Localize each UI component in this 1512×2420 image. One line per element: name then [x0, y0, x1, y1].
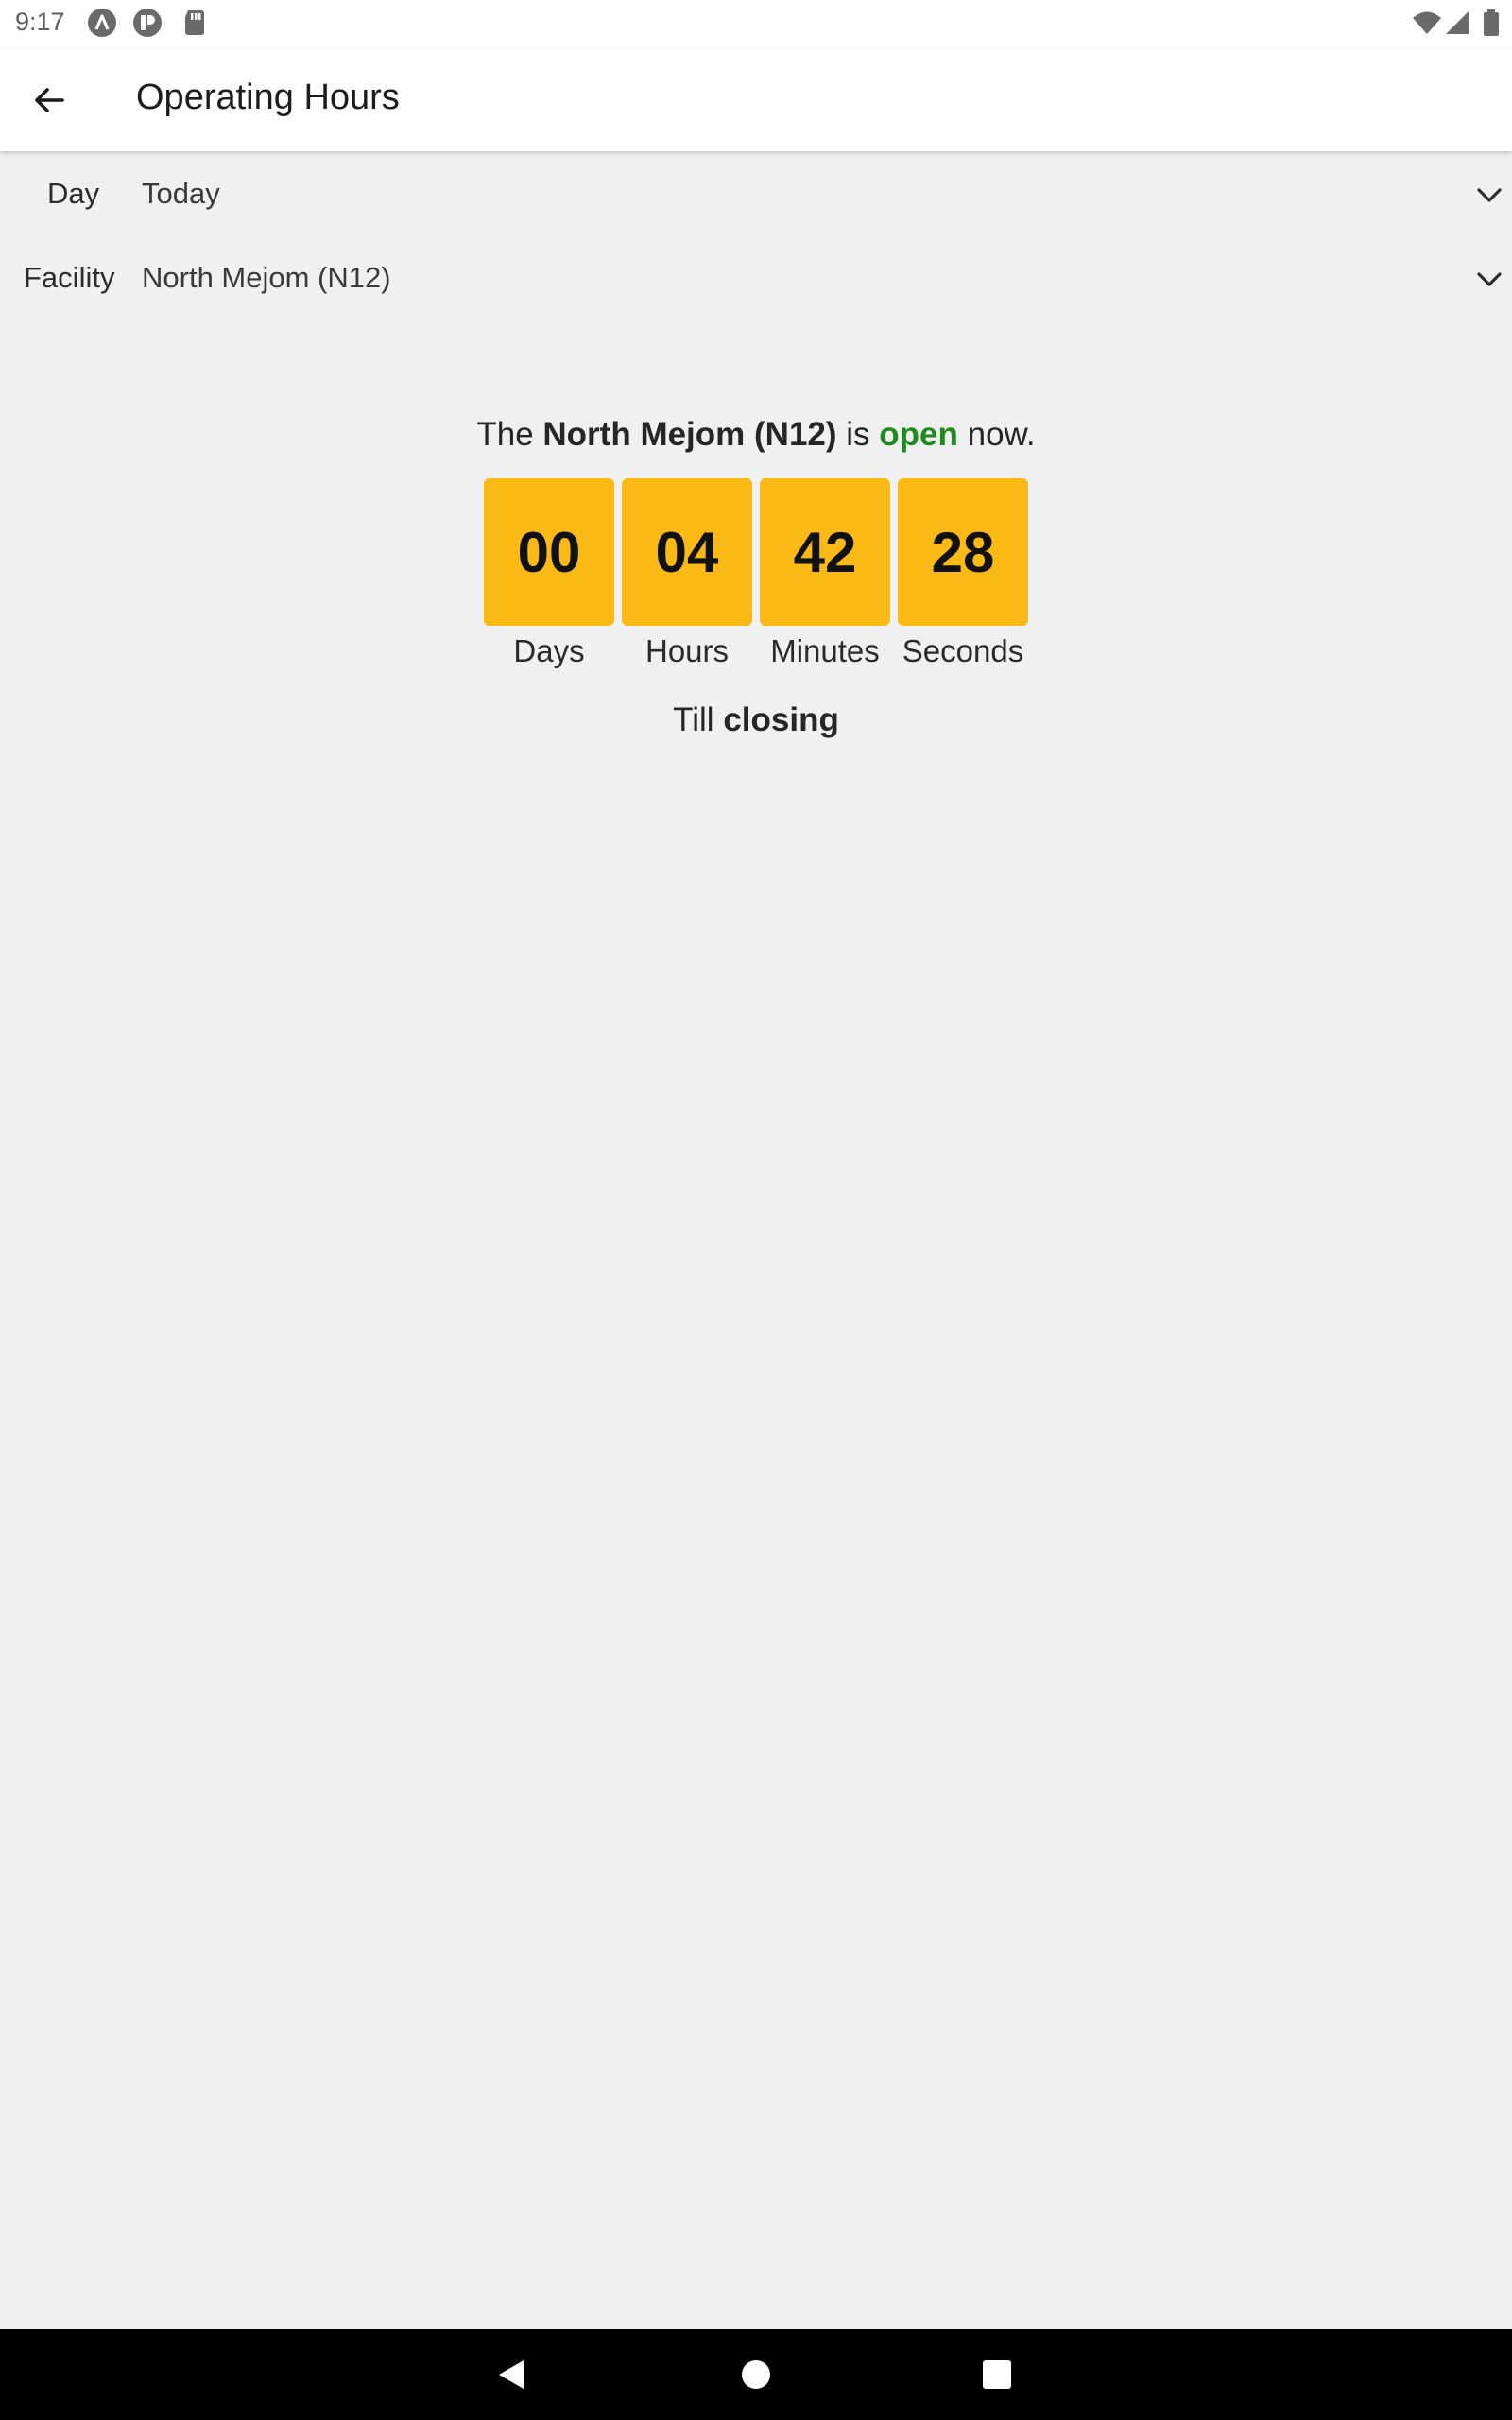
- nav-home-icon: [742, 2360, 770, 2389]
- nav-back-icon: [499, 2360, 524, 2389]
- battery-icon: [1484, 9, 1499, 36]
- countdown-days-value: 00: [484, 478, 614, 626]
- status-facility-name: North Mejom (N12): [542, 416, 837, 453]
- facility-selector[interactable]: Facility North Mejom (N12): [0, 243, 1512, 315]
- till-event: closing: [723, 701, 839, 738]
- nav-back-button[interactable]: [490, 2352, 535, 2397]
- status-suffix: now.: [967, 416, 1036, 453]
- countdown-seconds: 28 Seconds: [898, 478, 1028, 669]
- day-label: Day: [47, 177, 100, 210]
- nav-recents-icon: [983, 2360, 1011, 2389]
- open-status-message: The North Mejom (N12) is open now.: [0, 416, 1512, 454]
- cell-signal-icon: [1446, 11, 1469, 34]
- status-state: open: [879, 416, 958, 453]
- status-time: 9:17: [15, 8, 65, 36]
- page-title: Operating Hours: [136, 78, 400, 117]
- back-button[interactable]: [19, 70, 79, 130]
- countdown-days-label: Days: [513, 633, 585, 668]
- countdown-minutes-label: Minutes: [770, 633, 880, 668]
- nav-home-button[interactable]: [733, 2352, 779, 2397]
- countdown-hours: 04 Hours: [622, 478, 752, 669]
- status-bar: 9:17: [0, 0, 1512, 49]
- countdown-hours-label: Hours: [644, 633, 730, 668]
- countdown-seconds-value: 28: [898, 478, 1028, 626]
- facility-label: Facility: [24, 261, 115, 294]
- till-prefix: Till: [673, 701, 714, 738]
- screen: 9:17 Operating Hours Day Today Facility …: [0, 0, 1512, 2420]
- facility-value: North Mejom (N12): [142, 261, 391, 294]
- chevron-down-icon: [1477, 272, 1502, 286]
- countdown-hours-value: 04: [622, 478, 752, 626]
- system-nav-bar: [0, 2329, 1512, 2420]
- till-closing-text: Till closing: [0, 701, 1512, 739]
- wifi-icon: [1413, 11, 1441, 34]
- status-is-word: is: [846, 416, 870, 453]
- nav-recents-button[interactable]: [974, 2352, 1020, 2397]
- day-value: Today: [142, 177, 220, 210]
- day-selector[interactable]: Day Today: [0, 159, 1512, 231]
- arrow-back-icon: [35, 88, 64, 112]
- status-prefix: The: [476, 416, 534, 453]
- countdown-timer: 00 Days 04 Hours 42 Minutes 28 Seconds: [482, 478, 1030, 677]
- chevron-down-icon: [1477, 188, 1502, 202]
- app-bar: Operating Hours: [0, 49, 1512, 151]
- countdown-minutes-value: 42: [760, 478, 890, 626]
- app-a-icon: [88, 9, 116, 37]
- countdown-minutes: 42 Minutes: [760, 478, 890, 669]
- app-p-icon: [133, 9, 162, 37]
- countdown-seconds-label: Seconds: [902, 633, 1024, 668]
- sd-card-icon: [185, 10, 204, 35]
- countdown-days: 00 Days: [484, 478, 614, 669]
